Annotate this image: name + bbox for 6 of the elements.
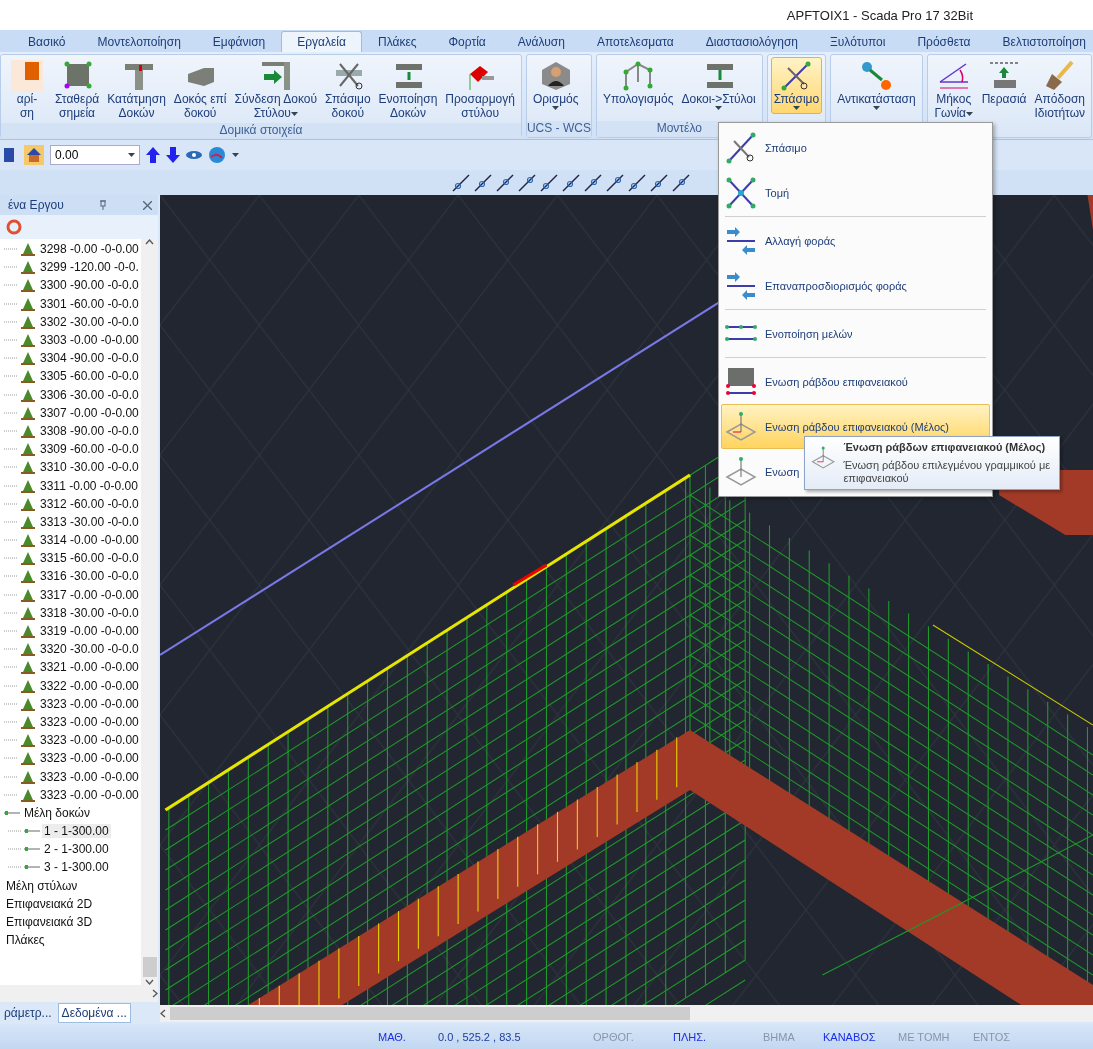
- group-label: Δομικά στοιχεία: [1, 123, 521, 138]
- tooltip-body: Ένωση ράβδου επιλεγμένου γραμμικού με επιφανειακού: [843, 459, 1052, 485]
- coordinates-readout: 0.0 , 525.2 , 83.5: [438, 1030, 522, 1043]
- window-title: APFTOIX1 - Scada Pro 17 32Bit: [786, 7, 973, 23]
- group-label: UCS - WCS: [526, 121, 591, 137]
- panel-title: ένα Εργου: [8, 198, 64, 212]
